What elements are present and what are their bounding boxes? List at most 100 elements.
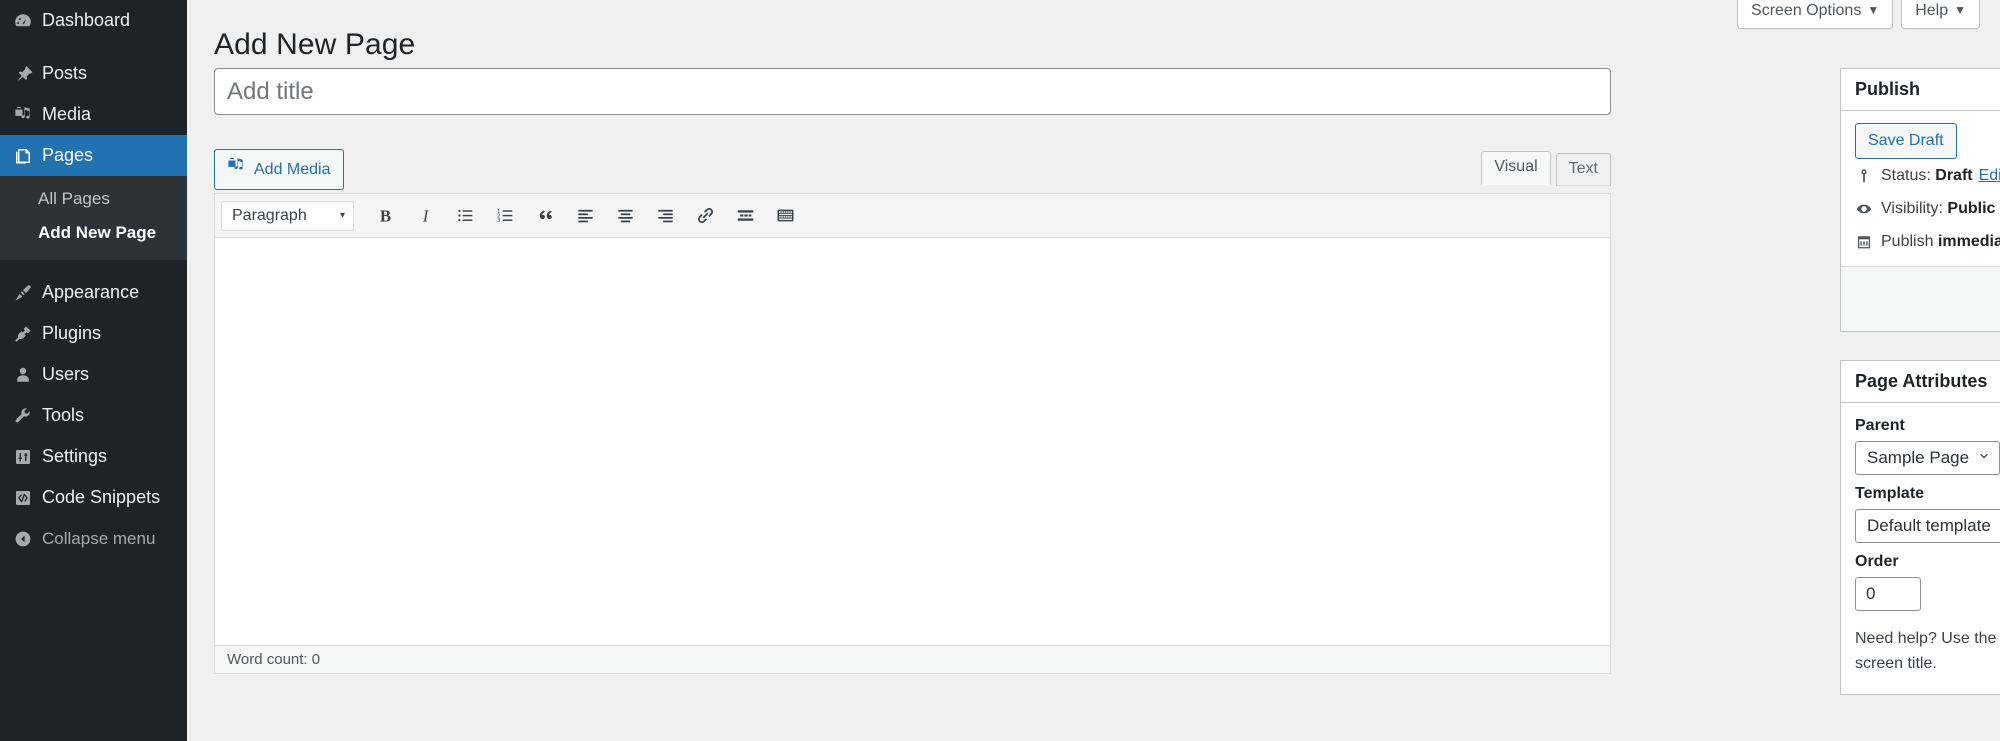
svg-text:B: B <box>379 206 390 225</box>
sidebar-item-media[interactable]: Media <box>0 94 187 135</box>
sidebar-item-label: Plugins <box>42 323 102 343</box>
add-media-button[interactable]: Add Media <box>214 149 344 191</box>
dashboard-icon <box>4 11 42 31</box>
read-more-icon[interactable] <box>726 200 764 232</box>
word-count-label: Word count: 0 <box>227 651 321 668</box>
add-media-label: Add Media <box>254 160 331 178</box>
collapse-menu-button[interactable]: Collapse menu <box>0 518 187 559</box>
calendar-icon <box>1855 233 1881 251</box>
publish-action-row: Save Draft Preview <box>1855 123 2000 159</box>
sidebar-metaboxes: Publish Save Draft Preview <box>1840 68 2000 723</box>
align-center-icon[interactable] <box>606 200 644 232</box>
sidebar-item-posts[interactable]: Posts <box>0 53 187 94</box>
chevron-down-icon: ▼ <box>1954 3 1966 17</box>
sidebar-item-label: Tools <box>42 405 85 425</box>
post-body: Add Media Visual Text Paragraph ▾ B <box>214 68 1611 674</box>
template-label: Template <box>1855 484 1925 502</box>
tab-visual[interactable]: Visual <box>1481 151 1551 185</box>
bulleted-list-icon[interactable] <box>446 200 484 232</box>
content-editor-wrap: Add Media Visual Text Paragraph ▾ B I 1 … <box>214 149 1611 674</box>
sidebar-item-settings[interactable]: Settings <box>0 436 187 477</box>
sidebar-item-tools[interactable]: Tools <box>0 395 187 436</box>
screen-meta-links: Screen Options ▼ Help ▼ <box>1737 0 1980 29</box>
chevron-down-icon: ▼ <box>1867 3 1880 17</box>
post-schedule-row: Publish immediately Edit <box>1855 225 2000 258</box>
post-visibility-label: Visibility: <box>1881 200 1943 217</box>
svg-text:I: I <box>421 206 429 225</box>
template-select[interactable]: Default template <box>1855 508 2000 543</box>
post-visibility-value: Public <box>1947 200 1996 217</box>
wp-body: Screen Options ▼ Help ▼ Add New Page Add M… <box>187 0 2000 741</box>
editor-mode-tabs: Visual Text <box>1476 151 1611 186</box>
link-icon[interactable] <box>686 200 724 232</box>
sidebar-item-pages[interactable]: Pages <box>0 135 196 176</box>
sidebar-item-add-new-page[interactable]: Add New Page <box>0 216 187 250</box>
align-left-icon[interactable] <box>566 200 604 232</box>
user-icon <box>4 365 42 385</box>
sidebar-divider <box>0 260 187 272</box>
post-schedule-label: Publish <box>1881 233 1934 250</box>
media-icon <box>4 105 42 125</box>
pin-icon <box>4 64 42 84</box>
editor-status-bar: Word count: 0 <box>215 645 1610 673</box>
parent-label: Parent <box>1855 416 1905 434</box>
post-status-row: Status: Draft Edit <box>1855 159 2000 192</box>
svg-text:3: 3 <box>497 218 500 224</box>
paragraph-format-select[interactable]: Paragraph ▾ <box>221 200 354 231</box>
sidebar-item-label: Users <box>42 364 90 384</box>
parent-select[interactable]: Sample Page <box>1855 440 2000 475</box>
sidebar-item-users[interactable]: Users <box>0 354 187 395</box>
sidebar-item-dashboard[interactable]: Dashboard <box>0 0 187 41</box>
collapse-menu-label: Collapse menu <box>42 528 156 548</box>
chevron-down-icon: ▾ <box>339 210 345 221</box>
sidebar-item-plugins[interactable]: Plugins <box>0 313 187 354</box>
italic-icon[interactable]: I <box>406 200 444 232</box>
editor-container: Paragraph ▾ B I 123 Word count: 0 <box>214 193 1611 674</box>
publish-metabox-title: Publish <box>1855 79 1921 99</box>
order-input[interactable] <box>1855 576 1921 611</box>
sidebar-submenu-pages: All Pages Add New Page <box>0 176 187 260</box>
page-attributes-body: Parent Sample Page Template Default temp… <box>1841 403 2000 695</box>
publish-metabox: Publish Save Draft Preview <box>1840 68 2000 332</box>
page-attributes-metabox: Page Attributes Parent Sample Page Templ… <box>1840 359 2000 696</box>
page-title: Add New Page <box>214 28 416 62</box>
eye-icon <box>1855 200 1881 218</box>
plug-icon <box>4 324 42 344</box>
publish-minor-actions: Save Draft Preview Status: Draft Edit Vi… <box>1841 111 2000 266</box>
sidebar-item-label: Posts <box>42 63 88 83</box>
post-schedule-value: immediately <box>1937 233 2000 250</box>
help-button[interactable]: Help ▼ <box>1901 0 1980 29</box>
publish-major-actions: Publish <box>1841 266 2000 331</box>
edit-status-link[interactable]: Edit <box>1979 167 2000 185</box>
sidebar-item-label: Dashboard <box>42 10 131 30</box>
sidebar-divider <box>0 41 187 53</box>
settings-icon <box>4 447 42 467</box>
sidebar-item-label: Media <box>42 104 92 124</box>
blockquote-icon[interactable] <box>526 200 564 232</box>
tab-text[interactable]: Text <box>1555 153 1611 186</box>
media-buttons: Add Media <box>214 149 344 191</box>
editor-content-area[interactable] <box>215 238 1610 645</box>
align-right-icon[interactable] <box>646 200 684 232</box>
paragraph-format-label: Paragraph <box>232 206 307 224</box>
sidebar-item-label: Appearance <box>42 282 140 302</box>
post-visibility-row: Visibility: Public Edit <box>1855 192 2000 225</box>
admin-sidebar: Dashboard Posts Media Pages All Pages Ad… <box>0 0 196 741</box>
help-label: Help <box>1915 2 1949 19</box>
sidebar-item-label: Settings <box>42 446 108 466</box>
sidebar-item-label: Code Snippets <box>42 487 161 507</box>
toolbar-toggle-icon[interactable] <box>766 200 804 232</box>
bold-icon[interactable]: B <box>366 200 404 232</box>
post-status-pin-icon <box>1855 167 1881 185</box>
sidebar-item-code-snippets[interactable]: Code Snippets <box>0 477 187 518</box>
editor-toolbar: Paragraph ▾ B I 123 <box>215 194 1610 238</box>
title-input[interactable] <box>214 68 1611 115</box>
sidebar-item-all-pages[interactable]: All Pages <box>0 182 187 216</box>
save-draft-button[interactable]: Save Draft <box>1855 123 1957 159</box>
sidebar-item-appearance[interactable]: Appearance <box>0 272 187 313</box>
numbered-list-icon[interactable]: 123 <box>486 200 524 232</box>
parent-select-value: Sample Page <box>1867 447 1970 467</box>
screen-options-button[interactable]: Screen Options ▼ <box>1737 0 1894 29</box>
post-status-value: Draft <box>1935 167 1973 184</box>
pages-icon <box>4 146 42 166</box>
